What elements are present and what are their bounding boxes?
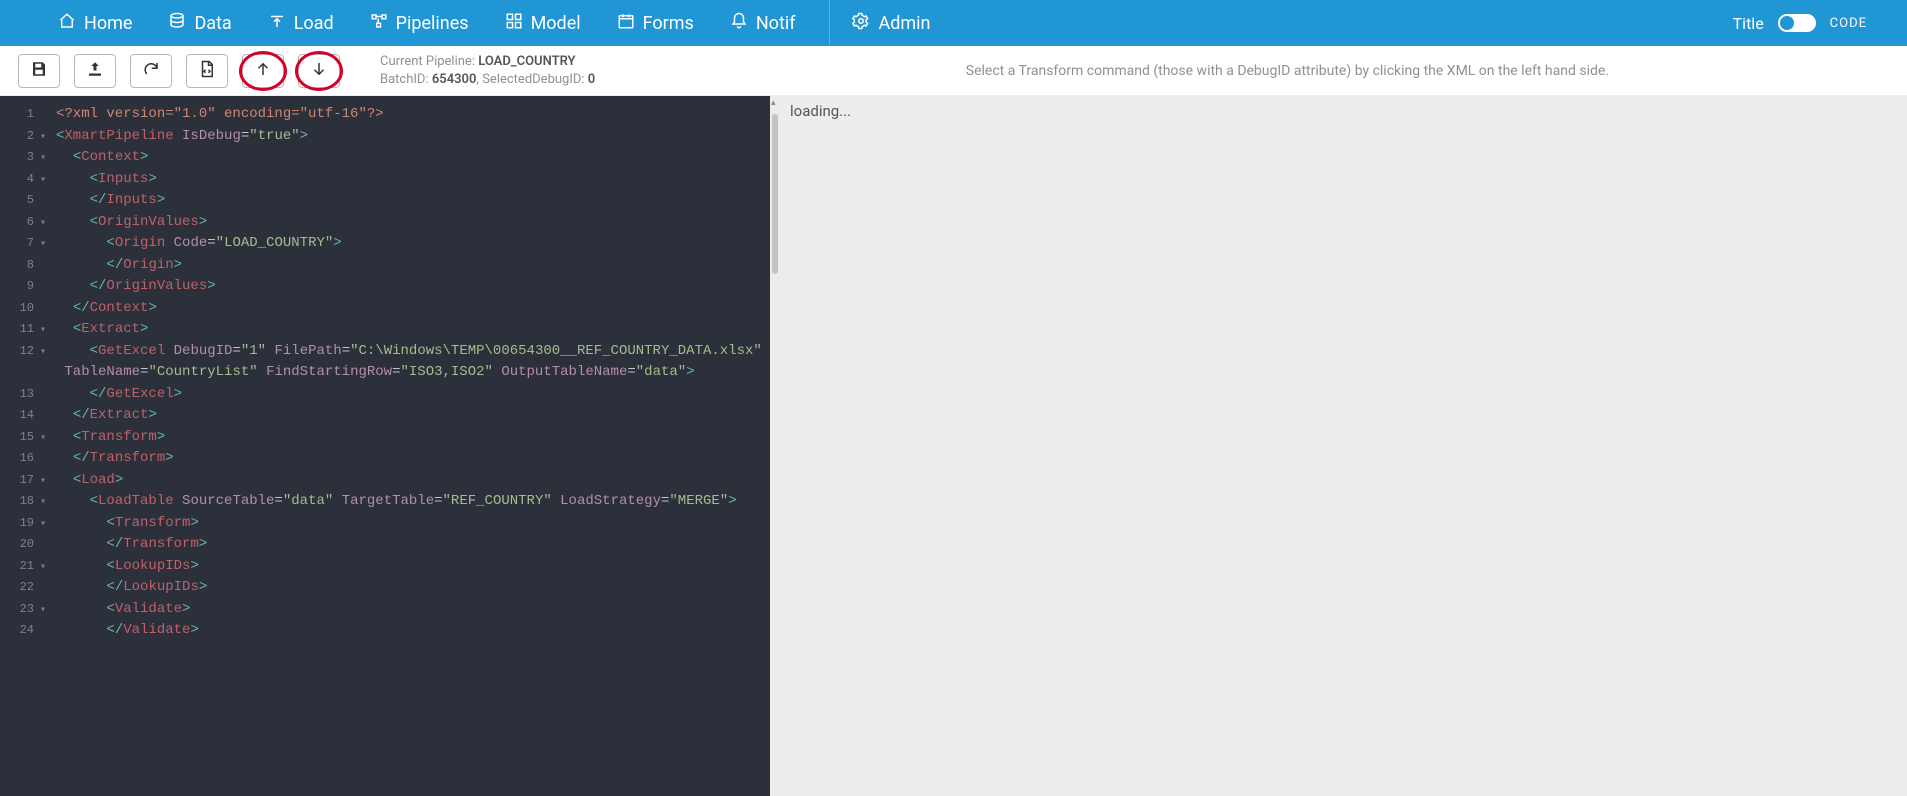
current-pipeline-value: LOAD_COUNTRY [478, 54, 575, 69]
nav-label: Forms [643, 13, 694, 34]
bell-icon [730, 12, 748, 35]
selected-debug-label: SelectedDebugID: [482, 72, 584, 87]
refresh-icon [142, 60, 160, 81]
save-icon [30, 60, 48, 81]
model-icon [505, 12, 523, 35]
toolbar-buttons [18, 54, 340, 88]
top-nav: Home Data Load Pipelines Model [0, 0, 1907, 46]
loading-text: loading... [790, 102, 851, 120]
upload-icon [86, 60, 104, 81]
nav-separator [829, 0, 830, 46]
nav-item-home[interactable]: Home [40, 0, 150, 46]
editor-code[interactable]: <?xml version="1.0" encoding="utf-16"?><… [36, 96, 762, 796]
hint-text: Select a Transform command (those with a… [966, 63, 1609, 79]
file-code-icon [198, 60, 216, 81]
batch-value: 654300 [432, 72, 477, 87]
nav-label: Data [194, 13, 231, 34]
batch-label: BatchID: [380, 72, 429, 87]
database-icon [168, 12, 186, 35]
arrow-down-icon [310, 60, 328, 81]
code-label: CODE [1830, 16, 1867, 31]
result-panel: loading... [780, 96, 1907, 796]
current-pipeline-label: Current Pipeline: [380, 54, 475, 69]
editor-gutter: 123456789101112131415161718192021222324 [0, 96, 36, 796]
save-button[interactable] [18, 54, 60, 88]
pipeline-icon [370, 12, 388, 35]
nav-item-model[interactable]: Model [487, 0, 599, 46]
find-previous-button[interactable] [242, 54, 284, 88]
nav-item-load[interactable]: Load [250, 0, 352, 46]
nav-label: Pipelines [396, 13, 469, 34]
main-split: 123456789101112131415161718192021222324 … [0, 96, 1907, 796]
nav-item-notif[interactable]: Notif [712, 0, 814, 46]
find-next-button[interactable] [298, 54, 340, 88]
splitter[interactable] [770, 96, 780, 796]
home-icon [58, 12, 76, 35]
nav-item-data[interactable]: Data [150, 0, 249, 46]
nav-label: Model [531, 13, 581, 34]
gear-icon [852, 12, 870, 35]
nav-left: Home Data Load Pipelines Model [40, 0, 948, 46]
title-code-toggle[interactable] [1778, 14, 1816, 32]
refresh-button[interactable] [130, 54, 172, 88]
nav-label: Home [84, 13, 132, 34]
scrollbar-thumb[interactable] [772, 114, 778, 274]
nav-label: Load [294, 13, 334, 34]
arrow-up-icon [254, 60, 272, 81]
nav-item-pipelines[interactable]: Pipelines [352, 0, 487, 46]
nav-label: Notif [756, 13, 796, 34]
sub-toolbar: Current Pipeline: LOAD_COUNTRY BatchID: … [0, 46, 1907, 96]
xml-editor[interactable]: 123456789101112131415161718192021222324 … [0, 96, 770, 796]
title-label: Title [1733, 14, 1764, 33]
nav-item-admin[interactable]: Admin [834, 0, 948, 46]
upload-button[interactable] [74, 54, 116, 88]
selected-debug-value: 0 [588, 72, 595, 87]
nav-right: Title CODE [1733, 14, 1867, 33]
nav-label: Admin [878, 13, 930, 34]
pipeline-info: Current Pipeline: LOAD_COUNTRY BatchID: … [380, 53, 595, 88]
file-code-button[interactable] [186, 54, 228, 88]
calendar-icon [617, 12, 635, 35]
nav-item-forms[interactable]: Forms [599, 0, 712, 46]
upload-alt-icon [268, 12, 286, 35]
